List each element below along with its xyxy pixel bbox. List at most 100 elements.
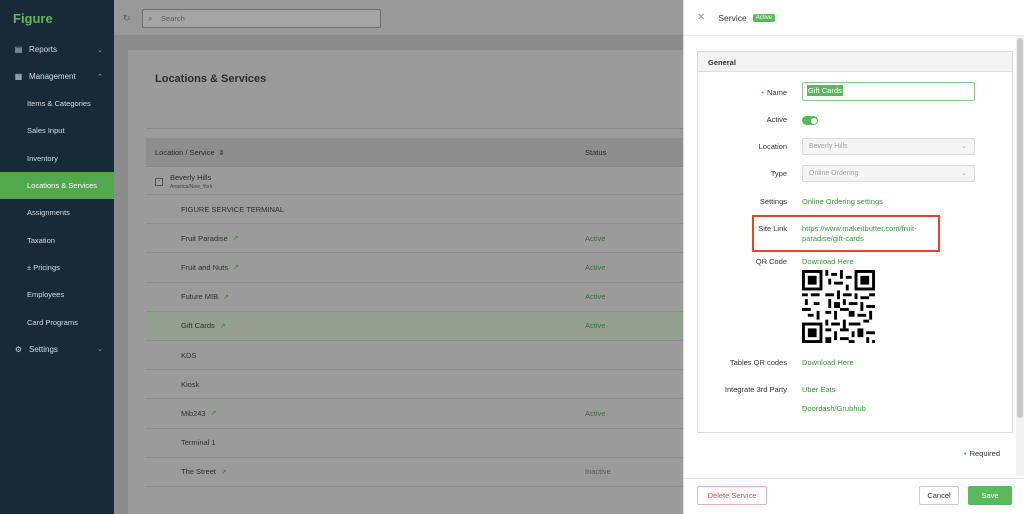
search-box[interactable]: ⌕ [142,9,381,28]
uber-eats-link[interactable]: Uber Eats [802,385,835,394]
page-title: Locations & Services [155,73,267,85]
sidebar-item-sales-input[interactable]: Sales Input [0,117,114,144]
sidebar: Figure ▤ Reports ⌄ ▦ Management ⌃ Items … [0,0,114,514]
collapse-icon[interactable]: - [155,178,163,186]
table-row[interactable]: KDS [146,341,683,371]
sidebar-item-taxation[interactable]: Taxation [0,226,114,253]
status-cell: Active [585,321,606,331]
table-row[interactable]: Mib243 ↗ Active [146,399,683,429]
required-dot-icon: • [761,88,764,97]
table-row[interactable]: Future MIB ↗ Active [146,283,683,312]
sidebar-item-employees[interactable]: Employees [0,281,114,308]
name-field[interactable]: Gift Cards [802,82,975,101]
column-label: Location / Service [155,147,215,157]
service-name-cell: Fruit and Nuts ↗ [146,263,585,272]
external-link-icon[interactable]: ↗ [233,263,239,271]
close-icon[interactable]: ✕ [697,12,705,23]
type-select[interactable]: Online Ordering ⌄ [802,165,975,182]
panel-header: ✕ Service Active [684,0,1024,36]
search-input[interactable] [161,14,361,23]
service-name-cell: KDS [146,351,585,360]
sidebar-item-items-categories[interactable]: Items & Categories [0,90,114,117]
column-status: Status [585,147,607,157]
service-panel: ✕ Service Active General • Name Gift Card… [683,0,1024,514]
required-note: • Required [964,449,1000,458]
service-name: Fruit and Nuts [181,262,229,272]
sidebar-item-label: Management [29,72,76,81]
service-name-cell: The Street ↗ [146,467,585,476]
service-name-cell: Future MIB ↗ [146,292,585,301]
column-location[interactable]: Location / Service ⇕ [146,148,585,157]
search-icon: ⌕ [148,13,153,23]
service-name: Mib243 [181,408,206,418]
external-link-icon[interactable]: ↗ [223,293,229,301]
qr-code-image [802,270,875,343]
site-link-line-1: https://www.makeitbutter.com/fruit- [802,224,917,233]
sidebar-item-label: Settings [29,344,58,354]
chevron-down-icon: ⌄ [961,143,967,150]
status-cell: Inactive [585,467,611,477]
refresh-icon[interactable]: ↻ [123,13,133,23]
sidebar-item-pricings[interactable]: ± Pricings [0,254,114,281]
scrollbar[interactable] [1016,36,1024,476]
sidebar-item-settings[interactable]: ⚙ Settings ⌄ [0,336,114,363]
table-row[interactable]: Terminal 1 [146,429,683,458]
online-ordering-settings-link[interactable]: Online Ordering settings [802,197,883,206]
external-link-icon[interactable]: ↗ [233,234,239,242]
sidebar-item-locations-services[interactable]: Locations & Services [0,171,114,200]
table-row[interactable]: Kiosk [146,370,683,400]
name-label-text: Name [766,88,787,97]
service-name-cell: Mib243 ↗ [146,409,585,418]
table-row[interactable]: Fruit Paradise ↗ Active [146,224,683,254]
divider [146,128,683,129]
delete-service-button[interactable]: Delete Service [697,486,767,505]
table-row[interactable]: Gift Cards ↗ Active [146,311,683,341]
location-select-value: Beverly Hills [809,143,848,150]
type-label: Type [770,169,787,178]
sort-icon[interactable]: ⇕ [219,150,225,157]
site-link[interactable]: https://www.makeitbutter.com/fruit- para… [802,224,952,244]
panel-footer: Delete Service Cancel Save [684,478,1024,514]
external-link-icon[interactable]: ↗ [221,468,227,476]
service-name-cell: Gift Cards ↗ [146,321,585,330]
management-icon: ▦ [14,72,23,81]
external-link-icon[interactable]: ↗ [220,322,226,330]
qr-download-link[interactable]: Download Here [802,257,854,266]
service-name: FIGURE SERVICE TERMINAL [181,204,285,214]
sidebar-item-assignments[interactable]: Assignments [0,199,114,226]
chevron-down-icon: ⌄ [97,46,103,54]
sidebar-item-card-programs[interactable]: Card Programs [0,308,114,335]
service-name-cell: Fruit Paradise ↗ [146,234,585,243]
external-link-icon[interactable]: ↗ [211,409,217,417]
status-badge: Active [752,13,776,22]
save-button[interactable]: Save [968,486,1012,505]
site-link-label: Site Link [758,224,787,233]
location-group-row[interactable]: - Beverly Hills America/New_York [146,167,683,195]
service-name-cell: Kiosk [146,380,585,389]
qr-code-label: QR Code [755,257,787,266]
brand-logo[interactable]: Figure [0,0,114,36]
table-row[interactable]: Fruit and Nuts ↗ Active [146,253,683,283]
site-link-line-2: paradise/gift-cards [802,234,864,243]
name-field-value: Gift Cards [807,85,843,96]
scrollbar-thumb[interactable] [1017,38,1023,418]
sidebar-item-management[interactable]: ▦ Management ⌃ [0,63,114,90]
chevron-up-icon: ⌃ [97,73,103,81]
active-toggle[interactable] [802,116,818,125]
section-title: General [698,52,1012,72]
service-name: KDS [181,350,197,360]
sidebar-item-inventory[interactable]: Inventory [0,145,114,172]
service-name-cell: Terminal 1 [146,438,585,447]
table-row[interactable]: FIGURE SERVICE TERMINAL [146,195,683,225]
cancel-button[interactable]: Cancel [919,486,959,505]
main-content: Locations & Services Location / Service ⇕… [128,50,683,514]
sidebar-item-label: Reports [29,45,58,54]
tables-qr-download-link[interactable]: Download Here [802,358,854,367]
location-timezone: America/New_York [170,184,213,190]
sidebar-item-reports[interactable]: ▤ Reports ⌄ [0,36,114,63]
general-section: General • Name Gift Cards Active Location… [697,51,1013,433]
table-row[interactable]: The Street ↗ Inactive [146,458,683,487]
doordash-grubhub-link[interactable]: Doordash/Grubhub [802,404,866,413]
top-bar: ↻ ⌕ [114,0,683,36]
location-select[interactable]: Beverly Hills ⌄ [802,138,975,155]
